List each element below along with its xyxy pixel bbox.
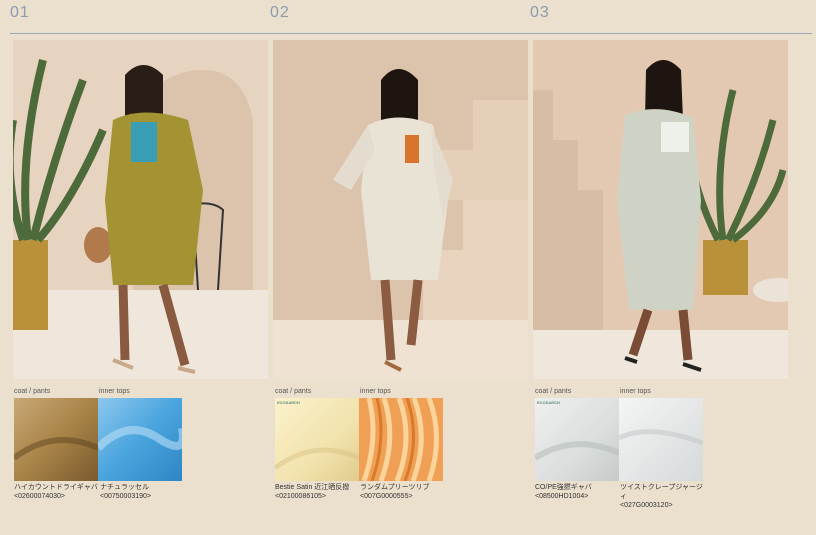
look-photo-01[interactable] [13,40,268,379]
fabric-name: ランダムプリーツリブ [360,484,430,491]
fabric-name: CO/PE強撚ギャバ [535,484,592,491]
fabric-label-03-b: ツイストクレープジャージィ <027G0003120> [620,483,704,510]
fabric-swatch-light-grey[interactable]: ECOSARCH [535,398,619,481]
fabric-swatch-turquoise[interactable] [98,398,182,481]
fabric-name: ナチュラッセル [100,484,149,491]
caption-coat-pants-02: coat / pants [275,388,312,395]
fabric-swatch-orange-pleats[interactable] [359,398,443,481]
fabric-label-02-b: ランダムプリーツリブ <007G0000555> [360,483,444,501]
look-number-03: 03 [530,4,550,21]
fabric-name: ツイストクレープジャージィ [620,484,703,500]
caption-inner-tops-03: inner tops [620,388,651,395]
fabric-swatch-olive[interactable] [14,398,98,481]
fabric-label-01-a: ハイカウントドライギャバ <02600074030> [14,483,98,501]
caption-inner-tops-01: inner tops [99,388,130,395]
ecosarch-logo-03: ECOSARCH [537,400,560,405]
fabric-name: Bestie Satin 近江晒反撥 [275,484,350,491]
header-divider [10,33,812,34]
fabric-code: <027G0003120> [620,502,673,509]
fabric-code: <007G0000555> [360,493,413,500]
fabric-name: ハイカウントドライギャバ [14,484,98,491]
fabric-swatch-white-crepe[interactable] [619,398,703,481]
fabric-code: <08500HD1004> [535,493,589,500]
caption-coat-pants-03: coat / pants [535,388,572,395]
look-number-01: 01 [10,4,30,21]
ecosarch-logo: ECOSARCH [277,400,300,405]
look-photo-02[interactable] [273,40,528,379]
fabric-code: <00750003190> [100,493,151,500]
fabric-label-02-a: Bestie Satin 近江晒反撥 <02100086105> [275,483,359,501]
fabric-label-01-b: ナチュラッセル <00750003190> [100,483,184,501]
fabric-swatch-cream-satin[interactable]: ECOSARCH [275,398,359,481]
look-photo-03[interactable] [533,40,788,379]
caption-inner-tops-02: inner tops [360,388,391,395]
caption-coat-pants-01: coat / pants [14,388,51,395]
fabric-code: <02600074030> [14,493,65,500]
fabric-code: <02100086105> [275,493,326,500]
look-number-02: 02 [270,4,290,21]
fabric-label-03-a: CO/PE強撚ギャバ <08500HD1004> [535,483,619,501]
